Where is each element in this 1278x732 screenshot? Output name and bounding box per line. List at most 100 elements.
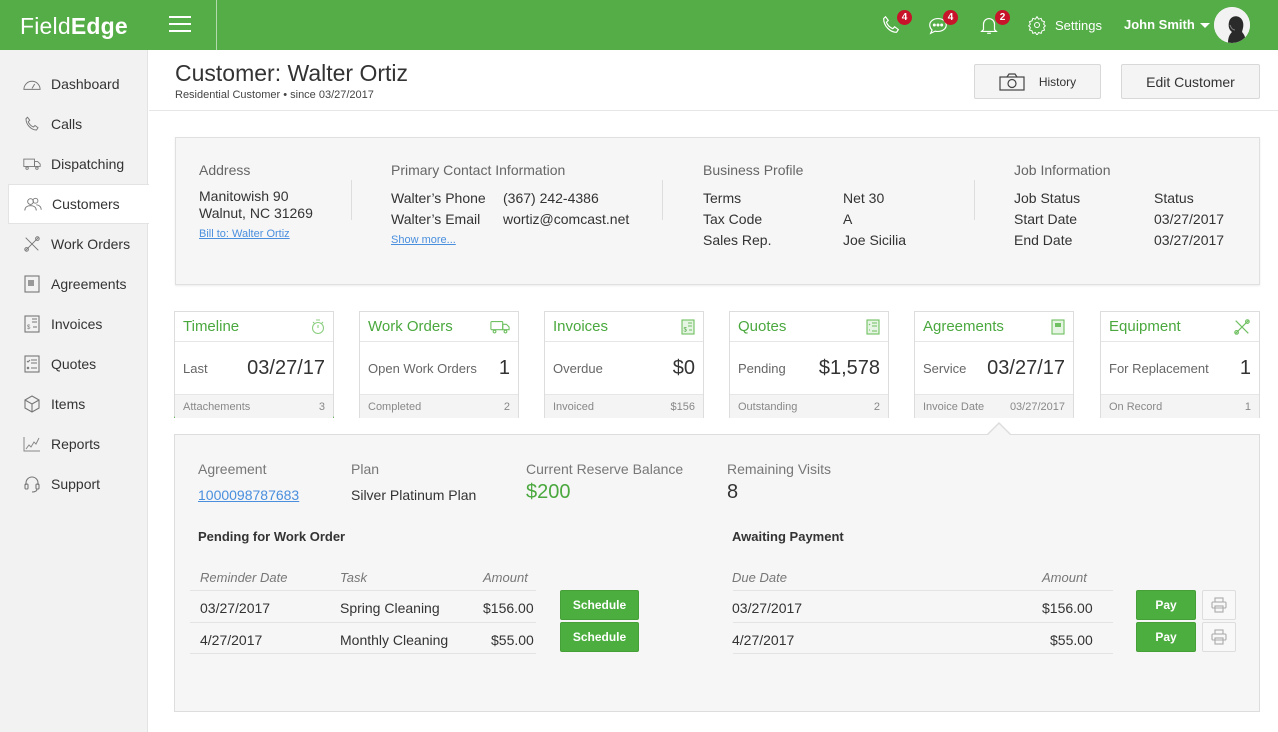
print-button[interactable] <box>1202 622 1236 652</box>
reserve-balance-value: $200 <box>526 481 571 503</box>
column-header-due-date: Due Date <box>732 570 787 585</box>
contact-section: Primary Contact Information Walter’s Pho… <box>391 162 629 248</box>
sidebar-item-label: Quotes <box>51 356 97 372</box>
box-icon <box>22 394 42 414</box>
schedule-button[interactable]: Schedule <box>560 590 639 620</box>
gear-icon <box>1027 15 1047 35</box>
gauge-icon <box>22 74 42 94</box>
sidebar-item-dashboard[interactable]: Dashboard <box>0 64 147 104</box>
tile-invoices[interactable]: Invoices $ Overdue $0 Invoiced $156 <box>544 311 704 418</box>
top-bar: FieldEdge 4 4 2 Settings John Smith <box>0 0 1278 50</box>
tile-value: $1,578 <box>818 356 880 379</box>
address-heading: Address <box>199 162 251 178</box>
tile-equipment[interactable]: Equipment For Replacement 1 On Record 1 <box>1100 311 1260 418</box>
column-header-reminder-date: Reminder Date <box>200 570 288 585</box>
pay-button[interactable]: Pay <box>1136 590 1196 620</box>
tile-value: 1 <box>1239 356 1251 379</box>
plan-value: Silver Platinum Plan <box>351 487 477 503</box>
info-divider <box>974 180 975 220</box>
sidebar-item-quotes[interactable]: Quotes <box>0 344 147 384</box>
tile-work-orders[interactable]: Work Orders Open Work Orders 1 Completed 2 <box>359 311 519 418</box>
terms-row: Terms Net 30 <box>703 188 906 209</box>
sidebar-item-label: Invoices <box>51 316 103 332</box>
sidebar-item-invoices[interactable]: $ Invoices <box>0 304 147 344</box>
remaining-visits-label: Remaining Visits <box>727 461 832 477</box>
tile-foot-value: 1 <box>1244 400 1251 413</box>
document-icon <box>22 274 42 294</box>
job-status-row: Job Status Status <box>1014 188 1224 209</box>
sidebar-item-dispatching[interactable]: Dispatching <box>0 144 147 184</box>
business-heading: Business Profile <box>703 162 804 178</box>
settings-button[interactable]: Settings <box>1027 15 1102 35</box>
avatar[interactable] <box>1214 7 1250 43</box>
truck-icon <box>22 154 42 174</box>
tile-quotes[interactable]: Quotes Pending $1,578 Outstanding 2 <box>729 311 889 418</box>
caret-down-icon <box>1199 23 1210 28</box>
tile-value: 1 <box>498 356 510 379</box>
pay-button[interactable]: Pay <box>1136 622 1196 652</box>
camera-icon <box>999 72 1025 91</box>
tile-timeline[interactable]: Timeline Last 03/27/17 Attachements 3 <box>174 311 334 418</box>
printer-icon <box>1211 629 1227 645</box>
sidebar-item-label: Calls <box>51 116 83 132</box>
agreement-detail-panel: Agreement 1000098787683 Plan Silver Plat… <box>174 434 1260 712</box>
email-value: wortiz@comcast.net <box>503 211 630 227</box>
task: Monthly Cleaning <box>340 632 449 648</box>
sidebar-item-agreements[interactable]: Agreements <box>0 264 147 304</box>
row-divider <box>190 622 536 623</box>
sidebar-item-items[interactable]: Items <box>0 384 147 424</box>
sidebar-item-calls[interactable]: Calls <box>0 104 147 144</box>
amount: $55.00 <box>1050 632 1093 648</box>
agreement-label: Agreement <box>198 461 267 477</box>
show-more-link[interactable]: Show more... <box>391 234 456 246</box>
printer-icon <box>1211 597 1227 613</box>
tile-title: Timeline <box>183 318 240 335</box>
sidebar-item-work-orders[interactable]: Work Orders <box>0 224 147 264</box>
quote-icon <box>866 318 880 335</box>
tile-foot-value: 3 <box>318 400 325 413</box>
address-city: Walnut, NC 31269 <box>199 205 313 221</box>
tools-icon <box>1234 318 1250 335</box>
amount: $156.00 <box>483 600 534 616</box>
task: Spring Cleaning <box>340 600 440 616</box>
notifications-button[interactable]: 2 <box>978 10 1010 38</box>
end-date-value: 03/27/2017 <box>1154 232 1225 248</box>
sidebar-item-support[interactable]: Support <box>0 464 147 504</box>
tile-title: Work Orders <box>368 318 453 335</box>
email-label: Walter’s Email <box>391 211 481 227</box>
sales-rep-value: Joe Sicilia <box>843 232 907 248</box>
print-button[interactable] <box>1202 590 1236 620</box>
sidebar-item-label: Dispatching <box>51 156 125 172</box>
calls-button[interactable]: 4 <box>880 10 912 38</box>
edit-customer-button[interactable]: Edit Customer <box>1121 64 1260 99</box>
email-row: Walter’s Email wortiz@comcast.net <box>391 209 629 230</box>
sidebar-item-customers[interactable]: Customers <box>8 184 149 224</box>
tax-code-label: Tax Code <box>703 211 763 227</box>
fieldedge-logo[interactable]: FieldEdge <box>20 13 128 40</box>
phone-row: Walter’s Phone (367) 242-4386 <box>391 188 629 209</box>
notifications-badge: 2 <box>995 10 1010 25</box>
menu-toggle-button[interactable] <box>169 16 191 34</box>
end-date-label: End Date <box>1014 232 1073 248</box>
user-menu[interactable]: John Smith <box>1124 17 1210 32</box>
user-name: John Smith <box>1124 17 1195 32</box>
sidebar-item-reports[interactable]: Reports <box>0 424 147 464</box>
column-header-amount: Amount <box>1042 570 1087 585</box>
agreement-number-link[interactable]: 1000098787683 <box>198 487 299 503</box>
invoice-icon: $ <box>22 314 42 334</box>
history-button[interactable]: History <box>974 64 1101 99</box>
tile-value: $0 <box>672 356 695 379</box>
terms-value: Net 30 <box>843 190 885 206</box>
start-date-value: 03/27/2017 <box>1154 211 1225 227</box>
sidebar-item-label: Items <box>51 396 86 412</box>
pending-section-title: Pending for Work Order <box>198 529 346 544</box>
messages-button[interactable]: 4 <box>926 10 958 38</box>
amount: $55.00 <box>491 632 534 648</box>
tile-title: Quotes <box>738 318 787 335</box>
tile-agreements[interactable]: Agreements Service 03/27/17 Invoice Date 0… <box>914 311 1074 418</box>
amount: $156.00 <box>1042 600 1093 616</box>
schedule-button[interactable]: Schedule <box>560 622 639 652</box>
phone-icon <box>22 114 42 134</box>
tile-label: Overdue <box>553 360 603 376</box>
bill-to-link[interactable]: Bill to: Walter Ortiz <box>199 228 290 240</box>
